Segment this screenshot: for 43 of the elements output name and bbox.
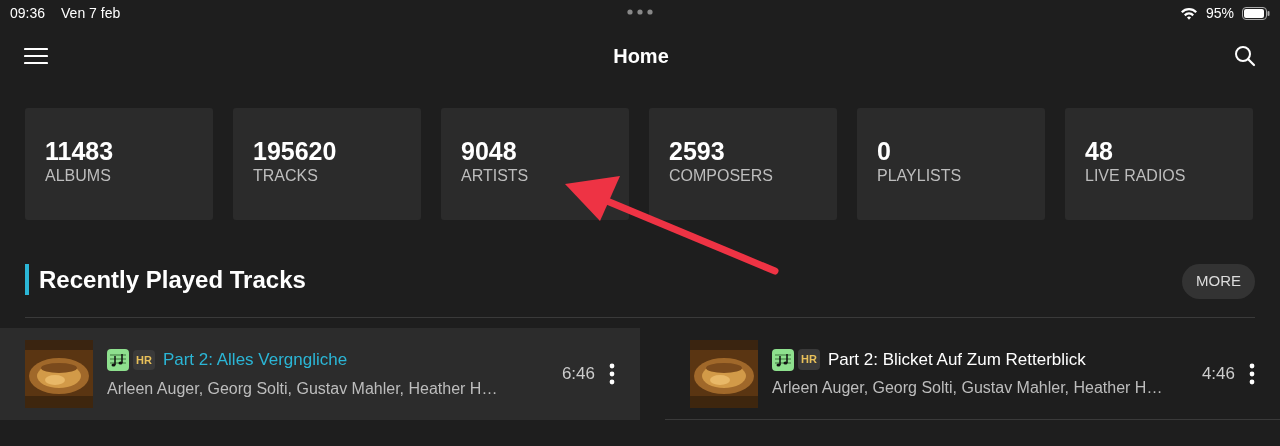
- stat-value: 2593: [669, 138, 726, 166]
- stat-value: 48: [1085, 138, 1114, 166]
- track-artists: Arleen Auger, Georg Solti, Gustav Mahler, Heather H…: [772, 378, 1164, 399]
- stat-label: COMPOSERS: [669, 165, 774, 185]
- sheet-music-icon: [107, 349, 129, 371]
- track-artists: Arleen Auger, Georg Solti, Gustav Mahler, Heather H…: [107, 378, 499, 399]
- track-title: Part 2: Alles Vergngliche: [162, 349, 348, 372]
- wifi-icon: [1179, 6, 1198, 20]
- track-duration: 6:46: [561, 363, 595, 386]
- more-options-button[interactable]: [609, 363, 615, 385]
- multitask-dots-icon: [627, 9, 653, 15]
- stat-card[interactable]: 48 LIVE RADIOS: [1065, 108, 1253, 220]
- stat-value: 195620: [253, 138, 338, 166]
- track-row[interactable]: HR Part 2: Alles Vergngliche Arleen Auger, Georg Solti, Gustav Mahler, Heather H… 6:46: [0, 328, 640, 420]
- track-title: Part 2: Blicket Auf Zum Retterblick: [827, 348, 1086, 371]
- stat-card[interactable]: 9048 ARTISTS: [441, 108, 629, 220]
- stat-label: ARTISTS: [461, 165, 530, 185]
- status-time: 09:36: [10, 3, 46, 23]
- stat-value: 9048: [461, 138, 518, 166]
- more-button[interactable]: MORE: [1182, 264, 1255, 299]
- battery-icon: [1242, 6, 1270, 20]
- page-title: Home: [613, 44, 669, 69]
- stat-card[interactable]: 2593 COMPOSERS: [649, 108, 837, 220]
- stat-value: 11483: [45, 138, 115, 166]
- stat-card[interactable]: 11483 ALBUMS: [25, 108, 213, 220]
- section-title: Recently Played Tracks: [25, 264, 306, 296]
- search-button[interactable]: [1234, 45, 1256, 67]
- stat-label: LIVE RADIOS: [1085, 165, 1187, 185]
- stat-label: ALBUMS: [45, 165, 112, 185]
- stat-card[interactable]: 195620 TRACKS: [233, 108, 421, 220]
- status-date: Ven 7 feb: [61, 3, 121, 23]
- track-duration: 4:46: [1201, 362, 1235, 385]
- stat-value: 0: [877, 138, 892, 166]
- menu-button[interactable]: [24, 47, 48, 65]
- more-options-button[interactable]: [1249, 362, 1255, 385]
- battery-percent: 95%: [1205, 3, 1234, 23]
- quality-badge: HR: [133, 349, 155, 371]
- track-row[interactable]: HR Part 2: Blicket Auf Zum Retterblick Arleen Auger, Georg Solti, Gustav Mahler, Heather H… 4:46: [665, 328, 1280, 420]
- sheet-music-icon: [772, 348, 794, 371]
- stat-label: PLAYLISTS: [877, 165, 963, 185]
- stat-card[interactable]: 0 PLAYLISTS: [857, 108, 1045, 220]
- quality-badge: HR: [798, 349, 820, 370]
- stat-label: TRACKS: [253, 165, 319, 185]
